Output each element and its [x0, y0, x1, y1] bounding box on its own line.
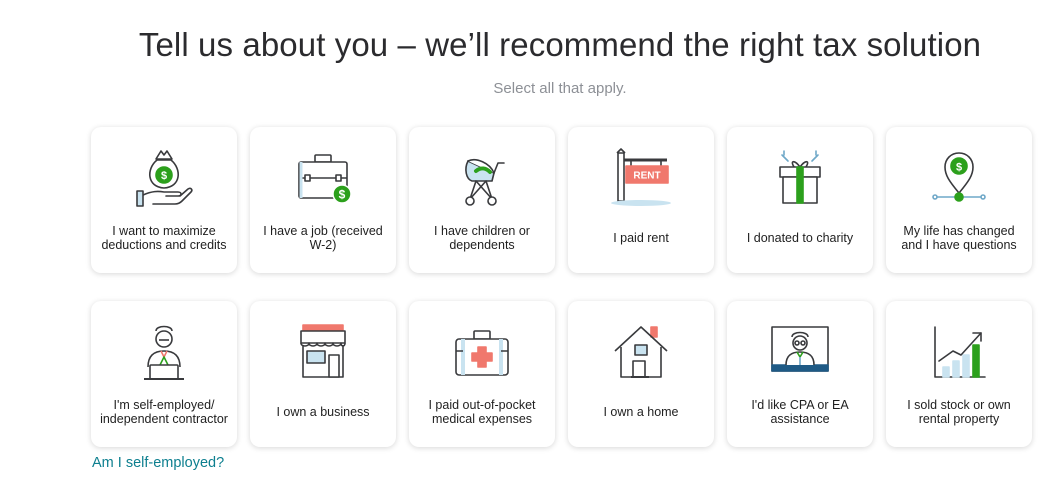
- option-card-paid-rent[interactable]: RENT I paid rent: [568, 127, 714, 273]
- option-label: I paid rent: [613, 230, 669, 245]
- svg-text:$: $: [956, 162, 962, 174]
- self-employed-help-link[interactable]: Am I self-employed?: [92, 455, 224, 471]
- page-subtitle: Select all that apply.: [493, 80, 627, 97]
- gift-icon: [764, 147, 836, 211]
- option-label: I own a home: [603, 404, 679, 419]
- option-label: I have a job (received W-2): [263, 223, 383, 253]
- money-bag-hand-icon: $: [128, 147, 200, 211]
- page-title: Tell us about you – we’ll recommend the …: [138, 26, 982, 63]
- option-label: I'm self-employed/ independent contracto…: [100, 397, 228, 427]
- option-label: I donated to charity: [746, 230, 854, 245]
- option-card-have-job[interactable]: $ I have a job (received W-2): [250, 127, 396, 273]
- rent-sign-icon: RENT: [605, 147, 677, 211]
- svg-text:$: $: [161, 170, 167, 182]
- option-card-own-home[interactable]: I own a home: [568, 301, 714, 447]
- option-card-medical-expenses[interactable]: I paid out-of-pocket medical expenses: [409, 301, 555, 447]
- option-label: I paid out-of-pocket medical expenses: [428, 397, 536, 427]
- option-card-donated-charity[interactable]: I donated to charity: [727, 127, 873, 273]
- option-label: I want to maximize deductions and credit…: [101, 223, 227, 253]
- rent-sign-text: RENT: [633, 171, 660, 182]
- option-card-stock-rental[interactable]: I sold stock or own rental property: [886, 301, 1032, 447]
- option-label: I have children or dependents: [434, 223, 530, 253]
- option-card-cpa-assistance[interactable]: I'd like CPA or EA assistance: [727, 301, 873, 447]
- option-label: I own a business: [276, 404, 370, 419]
- house-icon: [605, 321, 677, 385]
- location-pin-dollar-icon: $: [923, 147, 995, 211]
- option-card-own-business[interactable]: I own a business: [250, 301, 396, 447]
- person-laptop-icon: [128, 321, 200, 385]
- option-card-maximize-deductions[interactable]: $ I want to maximize deductions and cred…: [91, 127, 237, 273]
- option-card-children-dependents[interactable]: I have children or dependents: [409, 127, 555, 273]
- options-grid: $ I want to maximize deductions and cred…: [91, 127, 1032, 447]
- medical-kit-icon: [446, 321, 518, 385]
- expert-monitor-icon: [764, 321, 836, 385]
- briefcase-icon: $: [287, 147, 359, 211]
- option-card-self-employed[interactable]: I'm self-employed/ independent contracto…: [91, 301, 237, 447]
- growth-chart-icon: [923, 321, 995, 385]
- storefront-icon: [287, 321, 359, 385]
- option-card-life-changed[interactable]: $ My life has changed and I have questio…: [886, 127, 1032, 273]
- svg-text:$: $: [339, 188, 346, 202]
- stroller-icon: [446, 147, 518, 211]
- option-label: My life has changed and I have questions: [901, 223, 1017, 253]
- option-label: I sold stock or own rental property: [907, 397, 1011, 427]
- option-label: I'd like CPA or EA assistance: [751, 397, 849, 427]
